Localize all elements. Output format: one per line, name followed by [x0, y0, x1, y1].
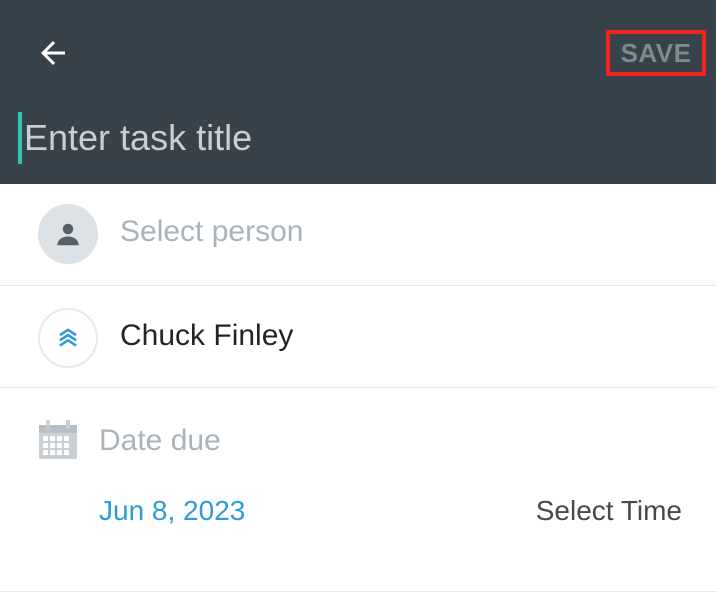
date-due-label: Date due: [99, 424, 221, 457]
text-cursor: [18, 112, 22, 164]
chevrons-up-logo: [59, 328, 77, 347]
project-row[interactable]: Chuck Finley: [0, 286, 716, 388]
arrow-left-icon: [41, 41, 65, 65]
task-title-input[interactable]: [24, 117, 664, 159]
date-due-section: Date due Jun 8, 2023 Select Time: [0, 388, 716, 592]
save-button-label: SAVE: [620, 37, 692, 68]
back-button[interactable]: [22, 22, 84, 84]
save-button[interactable]: SAVE: [606, 30, 706, 76]
task-title-field[interactable]: [18, 112, 698, 164]
project-avatar: [38, 308, 98, 368]
project-name: Chuck Finley: [120, 319, 294, 352]
calendar-icon: [39, 420, 77, 459]
person-icon: [57, 223, 79, 246]
select-time-button[interactable]: Select Time: [536, 495, 682, 527]
select-person-placeholder: Select person: [120, 215, 304, 248]
due-date-button[interactable]: Jun 8, 2023: [99, 495, 245, 527]
app-header: SAVE: [0, 0, 716, 184]
person-avatar: [38, 204, 98, 264]
select-person-row[interactable]: Select person: [0, 184, 716, 286]
create-task-screen: SAVE Select person Chuck Finley: [0, 0, 716, 610]
